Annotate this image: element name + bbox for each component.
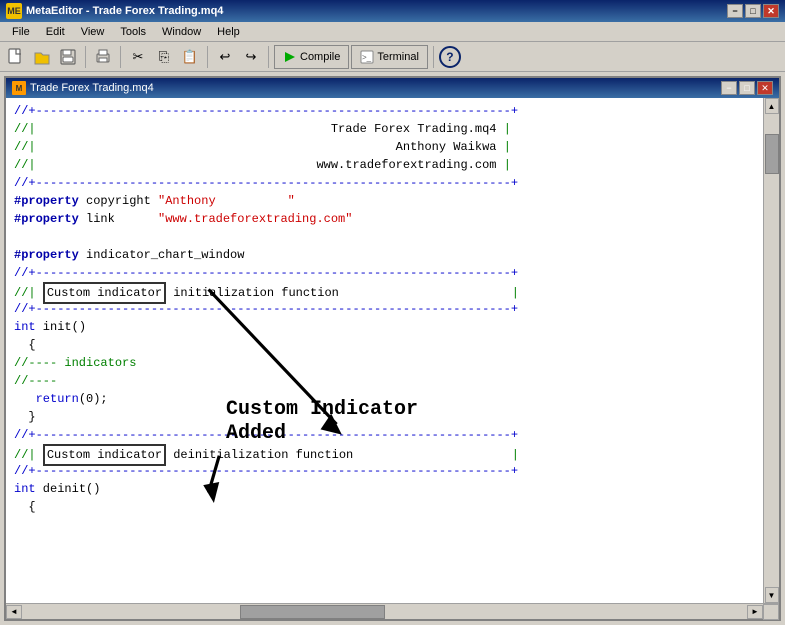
redo-button[interactable]: ↪: [239, 45, 263, 69]
code-line-init-comment: //| Custom indicator initialization func…: [14, 282, 755, 300]
doc-close[interactable]: ✕: [757, 81, 773, 95]
separator-3: [207, 46, 208, 68]
cut-button[interactable]: ✂: [126, 45, 150, 69]
code-editor[interactable]: //+-------------------------------------…: [6, 98, 763, 603]
menu-tools[interactable]: Tools: [112, 24, 154, 40]
code-line: [14, 228, 755, 246]
vertical-scrollbar[interactable]: ▲ ▼: [763, 98, 779, 603]
code-line: //----: [14, 372, 755, 390]
code-line: {: [14, 336, 755, 354]
main-area: M Trade Forex Trading.mq4 − □ ✕ //+-----…: [0, 72, 785, 625]
title-bar: ME MetaEditor - Trade Forex Trading.mq4 …: [0, 0, 785, 22]
scroll-resize-grip: [763, 604, 779, 620]
code-line: int init(): [14, 318, 755, 336]
scroll-left-arrow[interactable]: ◄: [6, 605, 22, 619]
doc-title-bar: M Trade Forex Trading.mq4 − □ ✕: [6, 78, 779, 98]
separator-4: [268, 46, 269, 68]
separator-1: [85, 46, 86, 68]
menu-file[interactable]: File: [4, 24, 38, 40]
new-file-button[interactable]: [4, 45, 28, 69]
custom-indicator-annotation: Custom Indicator Added: [226, 398, 418, 446]
scroll-right-arrow[interactable]: ►: [747, 605, 763, 619]
h-scroll-thumb[interactable]: [240, 605, 385, 619]
scroll-up-arrow[interactable]: ▲: [765, 98, 779, 114]
doc-icon: M: [12, 81, 26, 95]
help-button[interactable]: ?: [439, 46, 461, 68]
separator-2: [120, 46, 121, 68]
minimize-button[interactable]: −: [727, 4, 743, 18]
horizontal-scrollbar[interactable]: ◄ ►: [6, 603, 779, 619]
terminal-button[interactable]: >_ Terminal: [351, 45, 428, 69]
code-line: //---- indicators: [14, 354, 755, 372]
svg-text:>_: >_: [362, 53, 372, 62]
menu-view[interactable]: View: [73, 24, 113, 40]
app-icon: ME: [6, 3, 22, 19]
menu-help[interactable]: Help: [209, 24, 248, 40]
document-window: M Trade Forex Trading.mq4 − □ ✕ //+-----…: [4, 76, 781, 621]
code-container: //+-------------------------------------…: [6, 98, 779, 603]
code-line: //+-------------------------------------…: [14, 300, 755, 318]
scroll-track[interactable]: [22, 605, 747, 619]
paste-button[interactable]: 📋: [178, 45, 202, 69]
app-title: MetaEditor - Trade Forex Trading.mq4: [26, 5, 727, 17]
code-line: //| Anthony Waikwa |: [14, 138, 755, 156]
code-line: int deinit(): [14, 480, 755, 498]
menu-bar: File Edit View Tools Window Help: [0, 22, 785, 42]
code-line: //+-------------------------------------…: [14, 174, 755, 192]
code-line: //+-------------------------------------…: [14, 264, 755, 282]
undo-button[interactable]: ↩: [213, 45, 237, 69]
doc-title-buttons: − □ ✕: [721, 81, 773, 95]
code-line: //| www.tradeforextrading.com |: [14, 156, 755, 174]
close-button[interactable]: ✕: [763, 4, 779, 18]
toolbar: ✂ ⎘ 📋 ↩ ↪ Compile >_ Terminal ?: [0, 42, 785, 72]
code-line: //+-------------------------------------…: [14, 102, 755, 120]
code-line: #property copyright "Anthony ": [14, 192, 755, 210]
compile-button[interactable]: Compile: [274, 45, 349, 69]
maximize-button[interactable]: □: [745, 4, 761, 18]
doc-title: Trade Forex Trading.mq4: [30, 82, 721, 94]
menu-edit[interactable]: Edit: [38, 24, 73, 40]
doc-maximize[interactable]: □: [739, 81, 755, 95]
open-file-button[interactable]: [30, 45, 54, 69]
menu-window[interactable]: Window: [154, 24, 209, 40]
save-file-button[interactable]: [56, 45, 80, 69]
doc-minimize[interactable]: −: [721, 81, 737, 95]
code-line: //+-------------------------------------…: [14, 462, 755, 480]
print-button[interactable]: [91, 45, 115, 69]
code-line: {: [14, 498, 755, 516]
code-line: //| Trade Forex Trading.mq4 |: [14, 120, 755, 138]
scrollbar-thumb[interactable]: [765, 134, 779, 174]
code-line: #property indicator_chart_window: [14, 246, 755, 264]
copy-button[interactable]: ⎘: [152, 45, 176, 69]
code-line: #property link "www.tradeforextrading.co…: [14, 210, 755, 228]
code-line-deinit-comment: //| Custom indicator deinitialization fu…: [14, 444, 755, 462]
scroll-down-arrow[interactable]: ▼: [765, 587, 779, 603]
separator-5: [433, 46, 434, 68]
title-buttons: − □ ✕: [727, 4, 779, 18]
